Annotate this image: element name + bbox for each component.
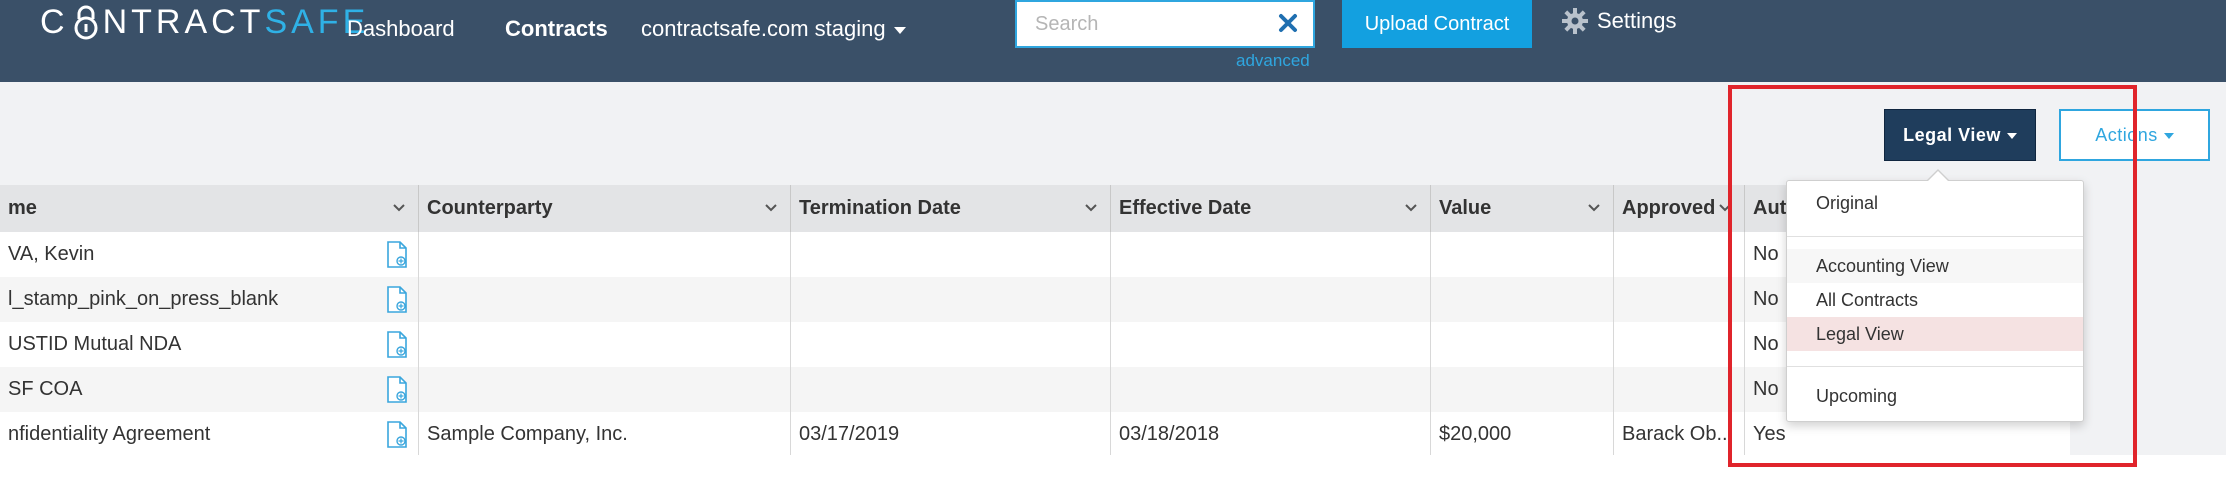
actions-button[interactable]: Actions [2059, 109, 2210, 161]
cell-value [1431, 367, 1614, 412]
cell-value: $20,000 [1431, 412, 1614, 457]
document-icon[interactable] [386, 421, 408, 448]
cell-approved [1614, 367, 1745, 412]
document-icon[interactable] [386, 286, 408, 313]
cell-approved [1614, 277, 1745, 322]
chevron-down-icon[interactable] [1587, 203, 1601, 213]
cell-name[interactable]: USTID Mutual NDA [0, 322, 419, 367]
table-header: me Counterparty Termination Date Effecti… [0, 185, 2070, 233]
caret-down-icon [2006, 133, 2017, 140]
chevron-down-icon[interactable] [1718, 203, 1732, 213]
search-input[interactable] [1017, 2, 1293, 46]
cell-termination-date [791, 367, 1111, 412]
actions-label: Actions [2095, 125, 2158, 145]
menu-divider [1787, 366, 2083, 367]
nav-contracts-link[interactable]: Contracts [505, 14, 608, 44]
column-header-value[interactable]: Value [1431, 185, 1614, 232]
table-right-gutter [2070, 185, 2226, 479]
cell-approved [1614, 322, 1745, 367]
menu-item-accounting-view[interactable]: Accounting View [1787, 249, 2083, 283]
cell-name[interactable]: SF COA [0, 367, 419, 412]
table-row[interactable]: nfidentiality Agreement Sample Company, … [0, 412, 2070, 457]
cell-effective-date [1111, 322, 1431, 367]
cell-name[interactable]: VA, Kevin [0, 232, 419, 277]
document-icon[interactable] [386, 331, 408, 358]
cell-value [1431, 277, 1614, 322]
view-selector-label: Legal View [1903, 125, 2001, 145]
chevron-down-icon[interactable] [764, 203, 778, 213]
cell-termination-date [791, 232, 1111, 277]
contractsafe-logo[interactable]: C NTRACT SAFE [40, 2, 369, 42]
column-header-approved[interactable]: Approved [1614, 185, 1745, 232]
column-header-termination-date[interactable]: Termination Date [791, 185, 1111, 232]
cell-name[interactable]: nfidentiality Agreement [0, 412, 419, 457]
cell-counterparty [419, 322, 791, 367]
view-selector-button[interactable]: Legal View [1884, 109, 2036, 161]
chevron-down-icon[interactable] [392, 203, 406, 213]
cell-approved: Barack Ob... [1614, 412, 1745, 457]
document-icon[interactable] [386, 241, 408, 268]
cell-counterparty [419, 277, 791, 322]
column-header-effective-date[interactable]: Effective Date [1111, 185, 1431, 232]
cell-termination-date: 03/17/2019 [791, 412, 1111, 457]
org-switcher[interactable]: contractsafe.com staging [641, 14, 906, 44]
table-row[interactable]: VA, Kevin No [0, 232, 2070, 277]
org-name: contractsafe.com staging [641, 16, 886, 41]
view-dropdown-menu: Original Accounting View All Contracts L… [1786, 169, 2084, 422]
menu-item-all-contracts[interactable]: All Contracts [1787, 283, 2083, 317]
cell-counterparty [419, 367, 791, 412]
close-icon[interactable] [1277, 12, 1299, 34]
column-header-counterparty[interactable]: Counterparty [419, 185, 791, 232]
caret-down-icon [2163, 133, 2174, 140]
advanced-search-link[interactable]: advanced [1236, 51, 1310, 71]
menu-item-legal-view[interactable]: Legal View [1787, 317, 2083, 351]
search-box [1015, 0, 1315, 48]
cell-counterparty: Sample Company, Inc. [419, 412, 791, 457]
top-navbar: C NTRACT SAFE Dashboard Contracts contra… [0, 0, 2226, 82]
cell-effective-date [1111, 277, 1431, 322]
menu-divider [1787, 236, 2083, 237]
cell-effective-date [1111, 367, 1431, 412]
cell-counterparty [419, 232, 791, 277]
cell-termination-date [791, 322, 1111, 367]
chevron-down-icon[interactable] [1084, 203, 1098, 213]
cell-name[interactable]: l_stamp_pink_on_press_blank [0, 277, 419, 322]
chevron-down-icon[interactable] [1404, 203, 1418, 213]
cell-value [1431, 322, 1614, 367]
settings-link[interactable]: Settings [1561, 6, 1677, 36]
cell-termination-date [791, 277, 1111, 322]
menu-item-original[interactable]: Original [1787, 186, 2083, 220]
upload-contract-button[interactable]: Upload Contract [1342, 0, 1532, 48]
cell-effective-date: 03/18/2018 [1111, 412, 1431, 457]
caret-down-icon [893, 26, 906, 34]
document-icon[interactable] [386, 376, 408, 403]
page-bottom [0, 455, 2226, 479]
cell-effective-date [1111, 232, 1431, 277]
table-row[interactable]: USTID Mutual NDA No [0, 322, 2070, 367]
gear-icon [1562, 8, 1588, 34]
column-header-name[interactable]: me [0, 185, 419, 232]
table-row[interactable]: SF COA No [0, 367, 2070, 412]
nav-dashboard-link[interactable]: Dashboard [347, 14, 455, 44]
cell-value [1431, 232, 1614, 277]
settings-label: Settings [1597, 8, 1677, 33]
lock-icon [71, 4, 101, 40]
menu-item-upcoming[interactable]: Upcoming [1787, 379, 2083, 413]
cell-approved [1614, 232, 1745, 277]
table-row[interactable]: l_stamp_pink_on_press_blank No [0, 277, 2070, 322]
